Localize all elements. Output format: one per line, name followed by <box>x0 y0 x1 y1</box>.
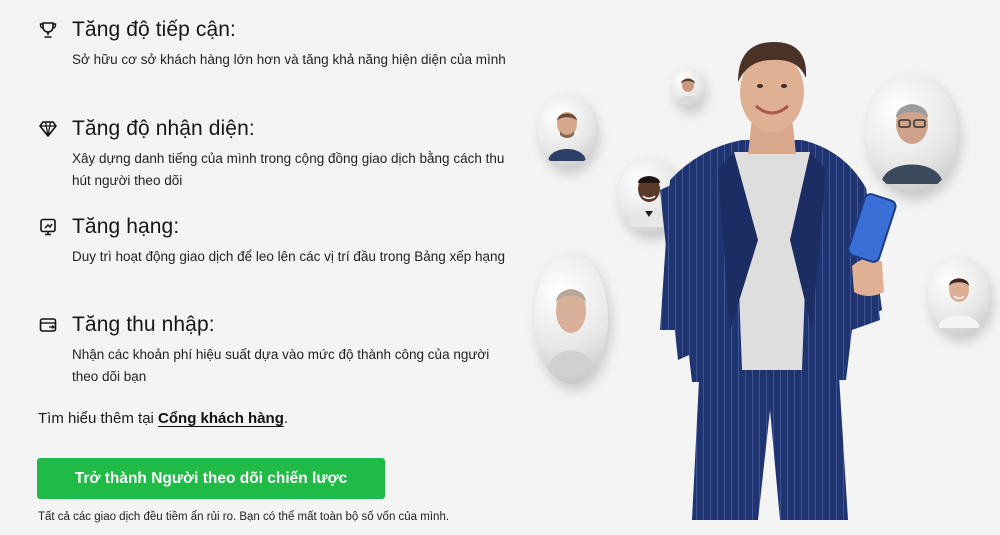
client-portal-link[interactable]: Cổng khách hàng <box>158 410 284 427</box>
trader-avatar-bubble <box>538 94 596 168</box>
benefit-ranking: Tăng hạng: Duy trì hoạt động giao dịch đ… <box>38 214 508 268</box>
benefit-reach: Tăng độ tiếp cận: Sở hữu cơ sở khách hàn… <box>38 17 508 71</box>
benefit-description: Xây dựng danh tiếng của mình trong cộng … <box>72 151 505 188</box>
benefit-header: Tăng độ nhận diện: <box>38 116 508 142</box>
hero-illustration <box>530 30 1000 520</box>
wallet-icon <box>38 315 58 335</box>
trophy-icon <box>38 20 58 40</box>
become-strategy-follower-button[interactable]: Trở thành Người theo dõi chiến lược <box>37 458 385 499</box>
risk-disclaimer: Tất cả các giao dịch đều tiềm ẩn rủi ro.… <box>38 511 450 523</box>
benefit-title: Tăng thu nhập: <box>72 313 215 336</box>
benefit-header: Tăng thu nhập: <box>38 312 508 338</box>
benefit-income: Tăng thu nhập: Nhận các khoản phí hiệu s… <box>38 312 508 388</box>
trader-avatar-bubble <box>928 258 990 336</box>
benefit-description: Nhận các khoản phí hiệu suất dựa vào mức… <box>72 347 490 384</box>
benefit-header: Tăng độ tiếp cận: <box>38 17 508 43</box>
benefit-recognition: Tăng độ nhận diện: Xây dựng danh tiếng c… <box>38 116 508 192</box>
ranking-icon <box>38 217 58 237</box>
benefits-panel: Tăng độ tiếp cận: Sở hữu cơ sở khách hàn… <box>0 0 540 535</box>
learn-more-prefix: Tìm hiểu thêm tại <box>38 410 159 427</box>
learn-more-suffix: . <box>283 410 289 427</box>
trader-avatar-bubble <box>534 252 608 384</box>
man-with-phone-illustration <box>630 30 910 520</box>
benefit-title: Tăng độ nhận diện: <box>72 117 255 140</box>
diamond-icon <box>38 119 58 139</box>
benefit-description: Sở hữu cơ sở khách hàng lớn hơn và tăng … <box>72 52 506 67</box>
benefit-title: Tăng hạng: <box>72 215 180 238</box>
benefit-title: Tăng độ tiếp cận: <box>72 18 236 41</box>
learn-more-text: Tìm hiểu thêm tại Cổng khách hàng. <box>38 410 288 427</box>
benefit-header: Tăng hạng: <box>38 214 508 240</box>
benefit-description: Duy trì hoạt động giao dịch để leo lên c… <box>72 249 506 264</box>
